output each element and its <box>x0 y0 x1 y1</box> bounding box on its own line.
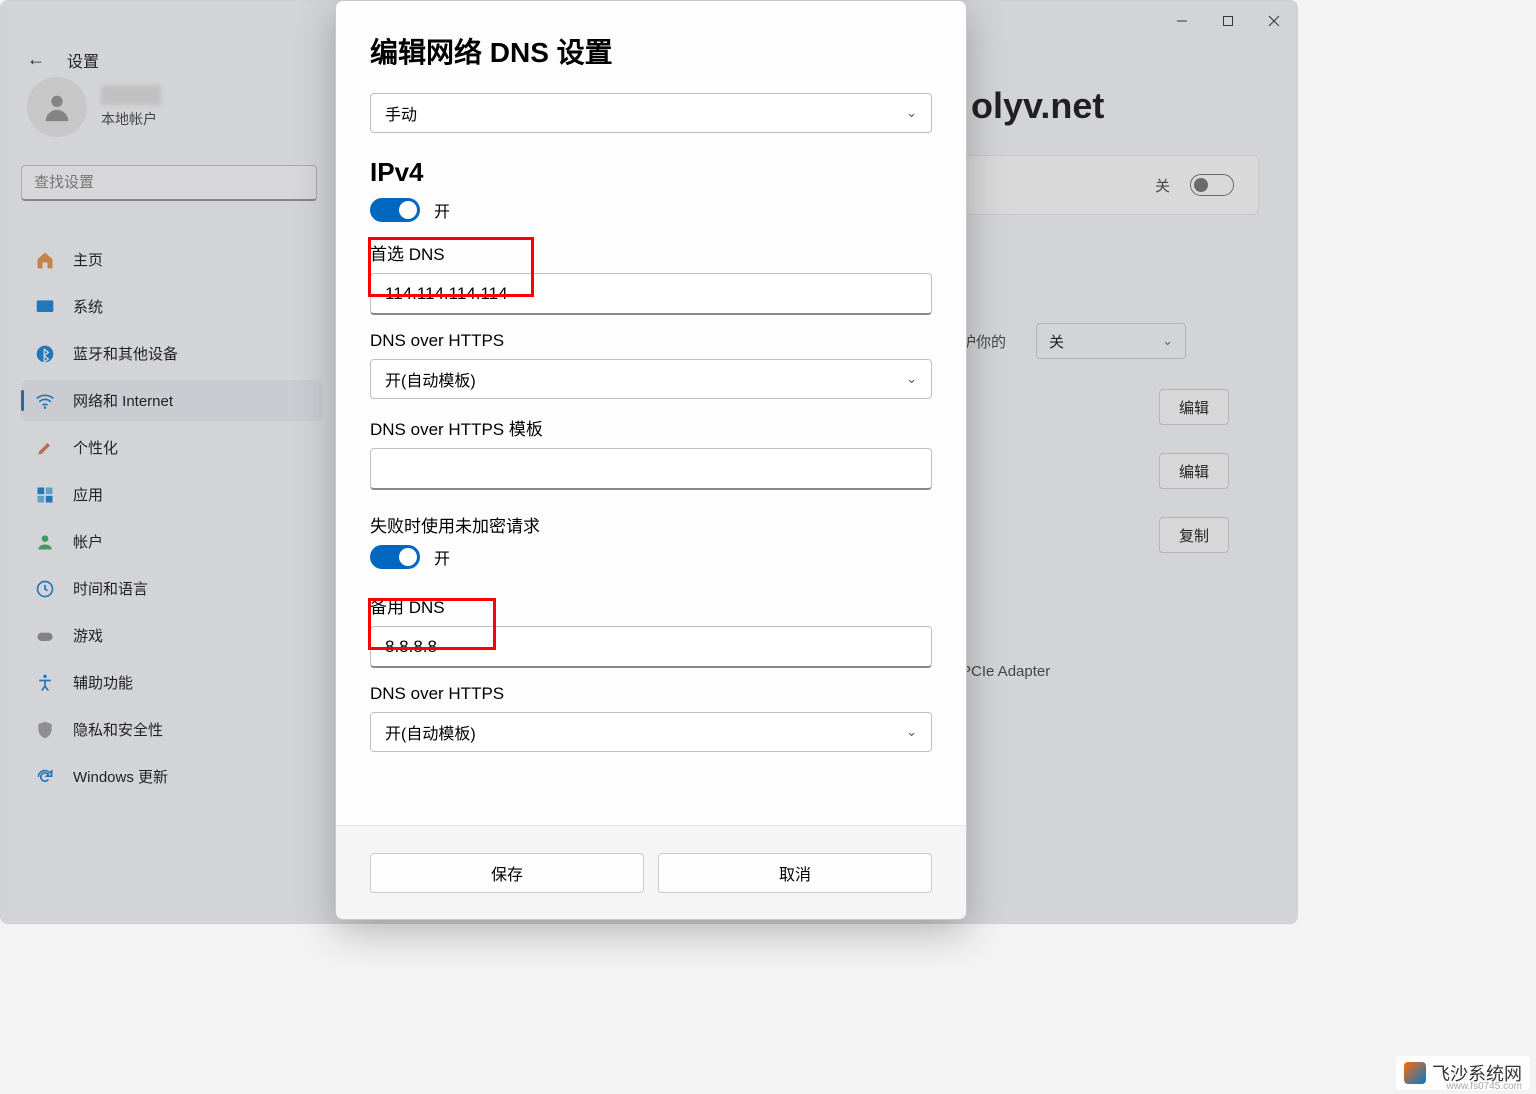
doh-label: DNS over HTTPS <box>370 331 932 351</box>
chevron-down-icon: ⌄ <box>906 105 917 121</box>
primary-dns-label: 首选 DNS <box>370 240 932 265</box>
doh-select[interactable]: 开(自动模板)⌄ <box>370 359 932 399</box>
fallback-toggle-label: 开 <box>434 545 450 569</box>
dns-edit-dialog: 编辑网络 DNS 设置 手动⌄ IPv4 开 首选 DNS DNS over H… <box>335 0 967 920</box>
fallback-label: 失败时使用未加密请求 <box>370 512 932 537</box>
watermark-logo-icon <box>1404 1062 1426 1084</box>
doh2-select[interactable]: 开(自动模板)⌄ <box>370 712 932 752</box>
cancel-button[interactable]: 取消 <box>658 853 932 893</box>
ipv4-toggle[interactable] <box>370 198 420 222</box>
alt-dns-input[interactable] <box>370 626 932 668</box>
fallback-toggle[interactable] <box>370 545 420 569</box>
watermark-url: www.fs0745.com <box>1446 1081 1522 1092</box>
watermark: 飞沙系统网 www.fs0745.com <box>1396 1056 1530 1090</box>
chevron-down-icon: ⌄ <box>906 724 917 740</box>
doh-template-input[interactable] <box>370 448 932 490</box>
dialog-title: 编辑网络 DNS 设置 <box>370 31 932 71</box>
primary-dns-input[interactable] <box>370 273 932 315</box>
doh2-label: DNS over HTTPS <box>370 684 932 704</box>
mode-select[interactable]: 手动⌄ <box>370 93 932 133</box>
ipv4-heading: IPv4 <box>370 157 932 188</box>
ipv4-toggle-label: 开 <box>434 198 450 222</box>
dialog-footer: 保存 取消 <box>336 825 966 919</box>
alt-dns-label: 备用 DNS <box>370 593 932 618</box>
save-button[interactable]: 保存 <box>370 853 644 893</box>
doh-template-label: DNS over HTTPS 模板 <box>370 415 932 440</box>
chevron-down-icon: ⌄ <box>906 371 917 387</box>
